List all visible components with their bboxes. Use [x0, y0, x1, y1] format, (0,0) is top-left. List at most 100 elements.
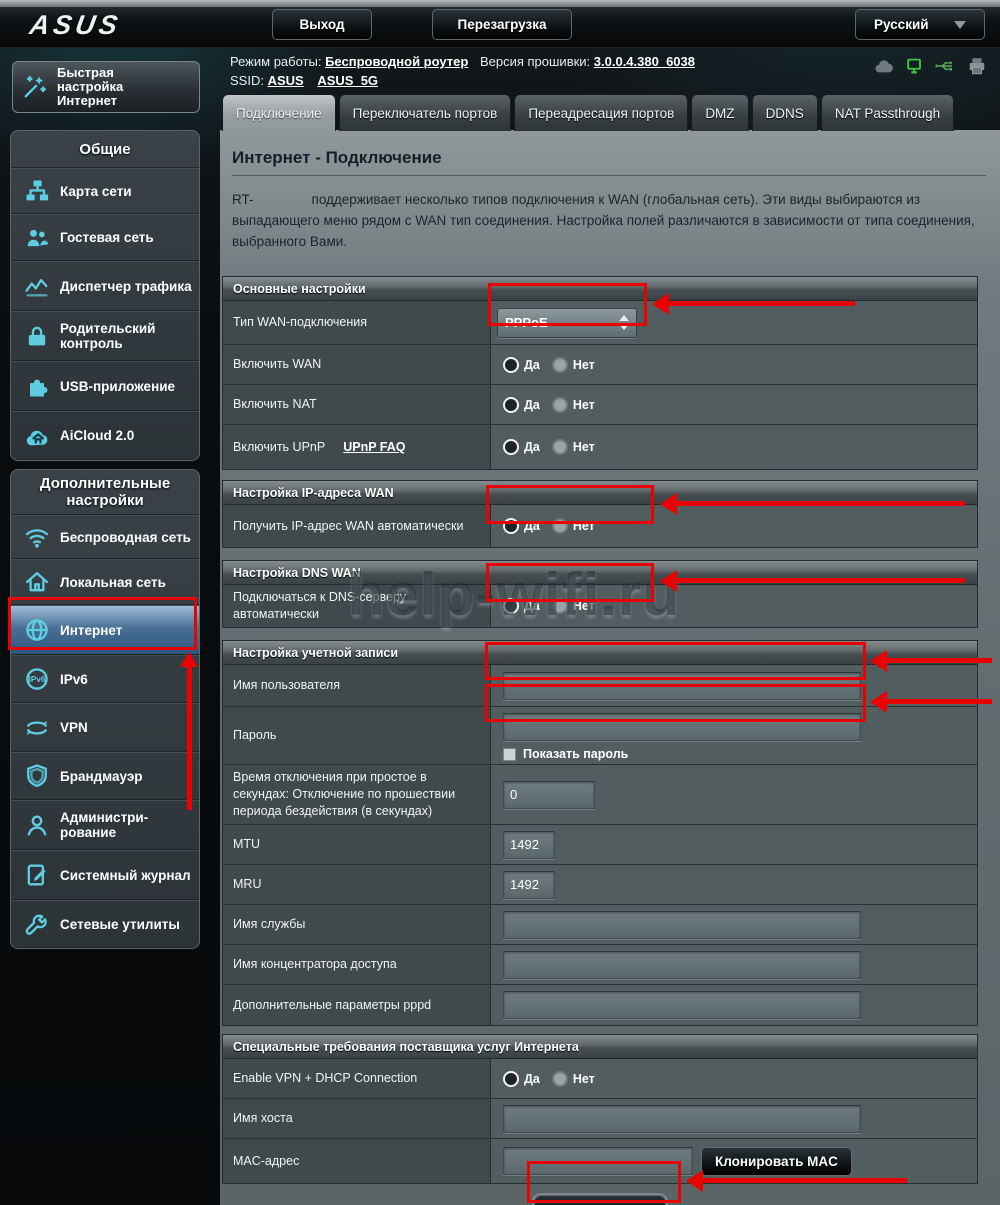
row-username: Имя пользователя — [223, 665, 977, 707]
mru-input[interactable] — [503, 870, 555, 899]
row-wan-type: Тип WAN-подключения PPPoE — [223, 301, 977, 345]
sidebar-item-system-log[interactable]: Системный журнал — [11, 850, 199, 900]
ssid-label: SSID: — [230, 73, 264, 88]
tab-port-forwarding[interactable]: Переадресация портов — [514, 94, 689, 131]
row-idle-disconnect: Время отключения при простое в секундах:… — [223, 765, 977, 825]
field-label: Включить WAN — [223, 345, 491, 384]
radio-no[interactable] — [551, 439, 568, 455]
service-name-input[interactable] — [503, 910, 861, 939]
ssid-5g-link[interactable]: ASUS_5G — [317, 73, 378, 88]
field-label: MRU — [223, 865, 491, 904]
section-header: Специальные требования поставщика услуг … — [223, 1035, 977, 1059]
row-enable-wan: Включить WAN Да Нет — [223, 345, 977, 385]
mac-address-input[interactable] — [503, 1147, 693, 1175]
ssid-line: SSID: ASUS ASUS_5G — [230, 73, 378, 88]
field-label: Enable VPN + DHCP Connection — [223, 1059, 491, 1098]
table-account: Настройка учетной записи Имя пользовател… — [222, 640, 978, 1026]
pppd-options-input[interactable] — [503, 991, 861, 1019]
access-concentrator-input[interactable] — [503, 950, 861, 979]
clone-mac-button[interactable]: Клонировать MAC — [701, 1146, 852, 1176]
network-tools-icon — [23, 910, 51, 938]
sidebar-item-aicloud[interactable]: AiCloud 2.0 — [11, 411, 199, 460]
system-log-icon — [23, 861, 51, 889]
row-pppd-options: Дополнительные параметры pppd — [223, 985, 977, 1025]
upnp-faq-link[interactable]: UPnP FAQ — [343, 439, 405, 456]
radio-no[interactable] — [551, 356, 568, 373]
sidebar-item-network-tools[interactable]: Сетевые утилиты — [11, 900, 199, 948]
sidebar-item-traffic-manager[interactable]: Диспетчер трафика — [11, 261, 199, 311]
mtu-input[interactable] — [503, 830, 555, 859]
printer-icon[interactable] — [966, 56, 988, 76]
tab-port-trigger[interactable]: Переключатель портов — [338, 94, 512, 131]
radio-no[interactable] — [551, 598, 568, 614]
sidebar-item-firewall[interactable]: Брандмауэр — [11, 752, 199, 800]
wan-type-select[interactable]: PPPoE — [497, 307, 637, 338]
sidebar-item-internet[interactable]: Интернет — [11, 605, 199, 655]
radio-yes[interactable] — [503, 396, 519, 413]
radio-yes[interactable] — [503, 1070, 519, 1087]
clients-icon[interactable] — [904, 56, 926, 76]
firmware-link[interactable]: 3.0.0.4.380_6038 — [594, 54, 695, 69]
svg-text:IPv6: IPv6 — [29, 675, 46, 684]
ssid-24-link[interactable]: ASUS — [268, 73, 304, 88]
wan-type-value: PPPoE — [505, 315, 548, 330]
radio-yes[interactable] — [503, 598, 519, 614]
password-input[interactable] — [503, 713, 861, 741]
radio-no[interactable] — [551, 396, 568, 413]
field-label: Имя концентратора доступа — [223, 945, 491, 984]
idle-time-input[interactable] — [503, 780, 595, 809]
row-dns-auto: Подключаться к DNS-серверу автоматически… — [223, 585, 977, 627]
tab-ddns[interactable]: DDNS — [751, 94, 818, 131]
radio-no[interactable] — [551, 1070, 568, 1087]
sidebar-item-ipv6[interactable]: IPv6 IPv6 — [11, 655, 199, 703]
administration-icon — [23, 811, 51, 839]
sidebar-item-vpn[interactable]: VPN — [11, 703, 199, 752]
section-header: Настройка DNS WAN — [223, 561, 977, 585]
sidebar-item-guest-network[interactable]: Гостевая сеть — [11, 214, 199, 261]
sidebar-item-parental-control[interactable]: Родительский контроль — [11, 311, 199, 361]
tab-nat-passthrough[interactable]: NAT Passthrough — [820, 94, 955, 131]
title-divider — [232, 175, 986, 177]
table-wan-ip: Настройка IP-адреса WAN Получить IP-адре… — [222, 480, 978, 548]
sidebar-section-general: Общие Карта сети Гостевая сеть Диспетчер… — [10, 130, 200, 461]
sidebar-item-wireless[interactable]: Беспроводная сеть — [11, 515, 199, 559]
reboot-button[interactable]: Перезагрузка — [432, 9, 572, 40]
logout-button[interactable]: Выход — [272, 9, 372, 40]
field-label: Получить IP-адрес WAN автоматически — [223, 505, 491, 547]
network-map-icon — [23, 177, 51, 205]
page-description: RT-поддерживает несколько типов подключе… — [232, 189, 986, 252]
language-selector[interactable]: Русский — [855, 9, 985, 40]
radio-yes[interactable] — [503, 356, 519, 373]
wireless-icon — [23, 523, 51, 551]
username-input[interactable] — [503, 671, 861, 700]
table-dns: Настройка DNS WAN Подключаться к DNS-сер… — [222, 560, 978, 628]
sidebar-item-administration[interactable]: Администри- рование — [11, 800, 199, 850]
radio-no[interactable] — [551, 518, 568, 534]
tab-connection[interactable]: Подключение — [222, 94, 336, 131]
field-label: Подключаться к DNS-серверу автоматически — [223, 585, 491, 627]
top-highlight — [0, 0, 1000, 7]
field-label: Тип WAN-подключения — [223, 301, 491, 344]
quick-setup-button[interactable]: Быстрая настройка Интернет — [12, 61, 200, 113]
tab-dmz[interactable]: DMZ — [691, 94, 749, 131]
asus-logo: ASUS — [27, 10, 124, 40]
apply-button[interactable]: Применить — [534, 1195, 666, 1205]
sidebar-item-network-map[interactable]: Карта сети — [11, 168, 199, 214]
hostname-input[interactable] — [503, 1104, 861, 1133]
cloud-icon[interactable] — [873, 56, 895, 76]
field-label: Время отключения при простое в секундах:… — [223, 765, 491, 824]
mode-link[interactable]: Беспроводной роутер — [325, 54, 468, 69]
field-label: MTU — [223, 825, 491, 864]
sidebar-item-lan[interactable]: Локальная сеть — [11, 559, 199, 605]
main-content: Интернет - Подключение RT-поддерживает н… — [220, 130, 1000, 1205]
radio-yes[interactable] — [503, 518, 519, 534]
usb-icon[interactable] — [935, 56, 957, 76]
sidebar-item-usb-application[interactable]: USB-приложение — [11, 361, 199, 411]
radio-yes[interactable] — [503, 439, 519, 455]
language-label: Русский — [874, 17, 929, 32]
show-password-label: Показать пароль — [523, 747, 629, 761]
sidebar: Быстрая настройка Интернет Общие Карта с… — [0, 47, 220, 1205]
section-title: Дополнительные настройки — [11, 470, 199, 515]
show-password-checkbox[interactable] — [503, 747, 516, 761]
field-label: Пароль — [223, 707, 491, 764]
